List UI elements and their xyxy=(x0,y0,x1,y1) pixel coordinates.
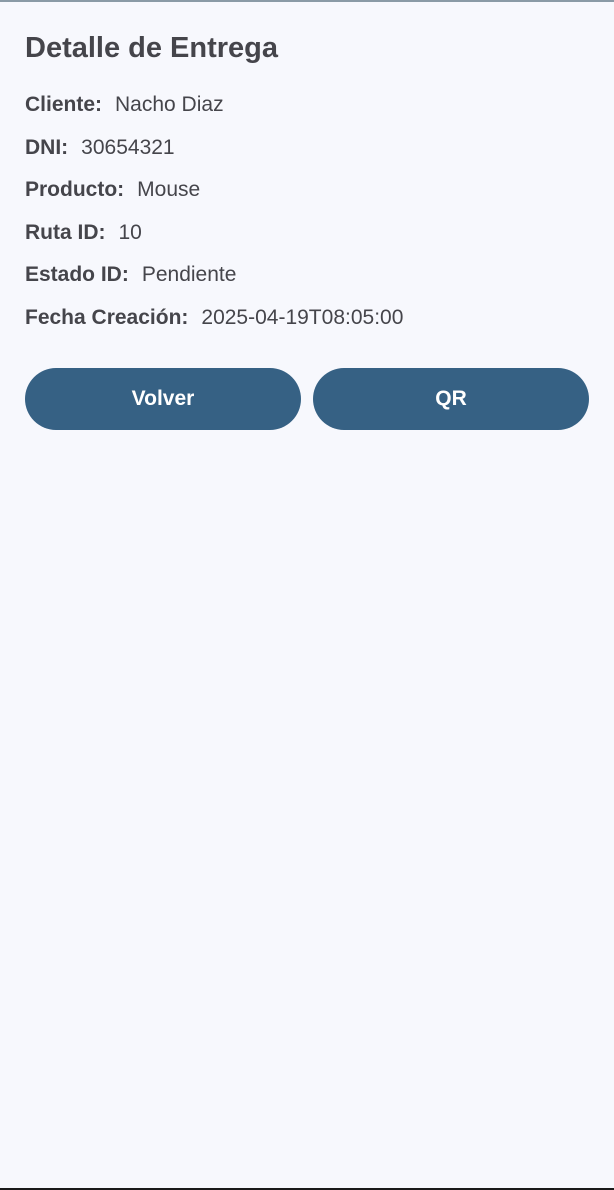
detail-row-ruta-id: Ruta ID: 10 xyxy=(25,219,589,262)
fecha-creacion-value: 2025-04-19T08:05:00 xyxy=(201,305,404,329)
detail-row-cliente: Cliente: Nacho Diaz xyxy=(25,91,589,134)
qr-button[interactable]: QR xyxy=(313,368,589,430)
dni-label: DNI: xyxy=(25,135,69,159)
delivery-detail-screen: Detalle de Entrega Cliente: Nacho Diaz D… xyxy=(25,30,589,430)
page-title: Detalle de Entrega xyxy=(25,32,279,64)
producto-label: Producto: xyxy=(25,178,125,202)
ruta-id-label: Ruta ID: xyxy=(25,220,106,244)
detail-row-estado-id: Estado ID: Pendiente xyxy=(25,261,589,304)
producto-value: Mouse xyxy=(137,178,201,202)
back-button[interactable]: Volver xyxy=(25,368,301,430)
detail-row-dni: DNI: 30654321 xyxy=(25,134,589,177)
dni-value: 30654321 xyxy=(81,135,175,159)
estado-id-value: Pendiente xyxy=(141,263,237,287)
action-buttons: Volver QR xyxy=(25,368,589,430)
ruta-id-value: 10 xyxy=(118,220,142,244)
detail-row-fecha-creacion: Fecha Creación: 2025-04-19T08:05:00 xyxy=(25,304,589,347)
delivery-details: Cliente: Nacho Diaz DNI: 30654321 Produc… xyxy=(25,91,589,347)
cliente-label: Cliente: xyxy=(25,93,103,116)
window-top-edge xyxy=(0,0,614,2)
cliente-value: Nacho Diaz xyxy=(115,93,224,116)
detail-row-producto: Producto: Mouse xyxy=(25,176,589,219)
estado-id-label: Estado ID: xyxy=(25,263,129,287)
fecha-creacion-label: Fecha Creación: xyxy=(25,305,189,329)
